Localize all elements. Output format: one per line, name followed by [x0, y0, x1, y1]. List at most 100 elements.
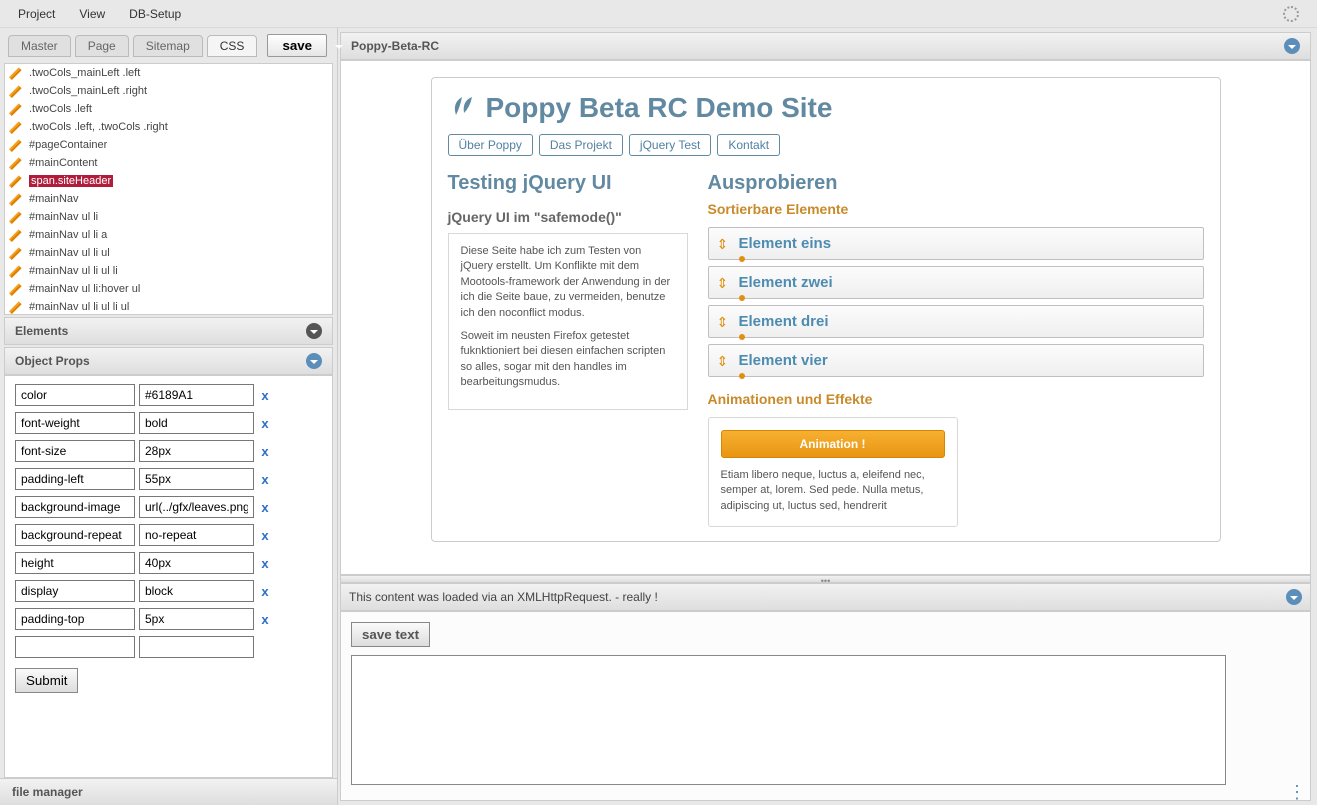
drag-handle-icon[interactable]: ⇕	[717, 314, 729, 331]
css-selector-item[interactable]: #mainNav ul li a	[5, 226, 332, 244]
prop-value-input[interactable]	[139, 524, 254, 546]
delete-prop-icon[interactable]: x	[258, 444, 272, 459]
css-selector-item[interactable]: #mainNav	[5, 190, 332, 208]
menu-dbsetup[interactable]: DB-Setup	[129, 7, 181, 21]
delete-prop-icon[interactable]: x	[258, 416, 272, 431]
prop-value-input[interactable]	[139, 636, 254, 658]
css-selector-item[interactable]: .twoCols .left, .twoCols .right	[5, 118, 332, 136]
css-selector-item[interactable]: .twoCols_mainLeft .left	[5, 64, 332, 82]
tab-sitemap[interactable]: Sitemap	[133, 35, 203, 57]
property-row: x	[15, 496, 322, 518]
css-selector-item[interactable]: .twoCols .left	[5, 100, 332, 118]
right-col-heading: Ausprobieren	[708, 172, 1204, 195]
delete-prop-icon[interactable]: x	[258, 388, 272, 403]
submit-button[interactable]: Submit	[15, 668, 78, 693]
prop-value-input[interactable]	[139, 468, 254, 490]
resize-grip-icon[interactable]: ⋮	[1288, 788, 1304, 796]
delete-prop-icon[interactable]: x	[258, 500, 272, 515]
collapse-status-icon[interactable]	[1286, 589, 1302, 605]
object-props-panel-header[interactable]: Object Props	[4, 347, 333, 375]
css-selector-item[interactable]: #mainNav ul li ul	[5, 244, 332, 262]
leaves-icon	[448, 93, 478, 123]
edit-dot-icon	[739, 256, 745, 262]
selector-text: #mainNav ul li ul	[29, 247, 110, 259]
selector-text: #mainNav ul li ul li ul	[29, 301, 129, 313]
sortable-label: Element drei	[739, 313, 829, 330]
selector-text: span.siteHeader	[29, 175, 113, 187]
pencil-icon	[9, 210, 23, 224]
menu-view[interactable]: View	[79, 7, 105, 21]
elements-panel-label: Elements	[15, 324, 68, 338]
tab-page[interactable]: Page	[75, 35, 129, 57]
drag-handle-icon[interactable]: ⇕	[717, 236, 729, 253]
delete-prop-icon[interactable]: x	[258, 556, 272, 571]
prop-value-input[interactable]	[139, 496, 254, 518]
elements-panel-header[interactable]: Elements	[4, 317, 333, 345]
prop-key-input[interactable]	[15, 608, 135, 630]
delete-prop-icon[interactable]: x	[258, 528, 272, 543]
prop-key-input[interactable]	[15, 636, 135, 658]
menu-project[interactable]: Project	[18, 7, 55, 21]
save-button[interactable]: save	[267, 34, 327, 57]
left-tabs: Master Page Sitemap CSS save	[0, 28, 337, 63]
resize-handle[interactable]: •••	[340, 575, 1311, 583]
nav-link[interactable]: Kontakt	[717, 134, 780, 156]
css-selector-item[interactable]: #mainNav ul li ul li ul	[5, 298, 332, 315]
css-selector-item[interactable]: #mainNav ul li:hover ul	[5, 280, 332, 298]
css-selector-item[interactable]: #pageContainer	[5, 136, 332, 154]
sortable-item[interactable]: ⇕Element eins	[708, 227, 1204, 260]
nav-link[interactable]: Über Poppy	[448, 134, 533, 156]
drag-handle-icon[interactable]: ⇕	[717, 353, 729, 370]
sortable-item[interactable]: ⇕Element zwei	[708, 266, 1204, 299]
prop-key-input[interactable]	[15, 440, 135, 462]
file-manager-footer[interactable]: file manager	[0, 778, 337, 805]
object-props-label: Object Props	[15, 354, 90, 368]
edit-dot-icon	[739, 373, 745, 379]
collapse-preview-icon[interactable]	[1284, 38, 1300, 54]
prop-value-input[interactable]	[139, 580, 254, 602]
selector-text: .twoCols_mainLeft .right	[29, 85, 147, 97]
tab-master[interactable]: Master	[8, 35, 71, 57]
prop-key-input[interactable]	[15, 580, 135, 602]
css-selector-item[interactable]: span.siteHeader	[5, 172, 332, 190]
pencil-icon	[9, 66, 23, 80]
prop-key-input[interactable]	[15, 524, 135, 546]
css-selector-list[interactable]: .twoCols_mainLeft .left .twoCols_mainLeft…	[4, 63, 333, 315]
selector-text: #mainNav ul li:hover ul	[29, 283, 140, 295]
expand-elements-icon[interactable]	[306, 323, 322, 339]
pencil-icon	[9, 102, 23, 116]
prop-value-input[interactable]	[139, 608, 254, 630]
prop-value-input[interactable]	[139, 384, 254, 406]
preview-pane[interactable]: Poppy Beta RC Demo Site Über PoppyDas Pr…	[340, 60, 1311, 575]
nav-link[interactable]: Das Projekt	[539, 134, 623, 156]
delete-prop-icon[interactable]: x	[258, 472, 272, 487]
pencil-icon	[9, 138, 23, 152]
css-selector-item[interactable]: #mainNav ul li	[5, 208, 332, 226]
prop-key-input[interactable]	[15, 496, 135, 518]
bottom-pane: save text ⋮	[340, 611, 1311, 801]
tab-css[interactable]: CSS	[207, 35, 258, 57]
selector-text: #pageContainer	[29, 139, 107, 151]
collapse-props-icon[interactable]	[306, 353, 322, 369]
prop-key-input[interactable]	[15, 412, 135, 434]
prop-value-input[interactable]	[139, 552, 254, 574]
prop-value-input[interactable]	[139, 440, 254, 462]
text-editor[interactable]	[351, 655, 1226, 785]
save-text-button[interactable]: save text	[351, 622, 430, 647]
css-selector-item[interactable]: .twoCols_mainLeft .right	[5, 82, 332, 100]
sortable-list: ⇕Element eins⇕Element zwei⇕Element drei⇕…	[708, 227, 1204, 377]
sortable-item[interactable]: ⇕ Element drei	[708, 305, 1204, 338]
prop-key-input[interactable]	[15, 552, 135, 574]
css-selector-item[interactable]: #mainNav ul li ul li	[5, 262, 332, 280]
animation-button[interactable]: Animation !	[721, 430, 945, 458]
prop-key-input[interactable]	[15, 384, 135, 406]
drag-handle-icon[interactable]: ⇕	[717, 275, 729, 292]
sortable-item[interactable]: ⇕Element vier	[708, 344, 1204, 377]
delete-prop-icon[interactable]: x	[258, 612, 272, 627]
nav-link[interactable]: jQuery Test	[629, 134, 711, 156]
css-selector-item[interactable]: #mainContent	[5, 154, 332, 172]
sortable-heading: Sortierbare Elemente	[708, 201, 1204, 217]
prop-key-input[interactable]	[15, 468, 135, 490]
delete-prop-icon[interactable]: x	[258, 584, 272, 599]
prop-value-input[interactable]	[139, 412, 254, 434]
